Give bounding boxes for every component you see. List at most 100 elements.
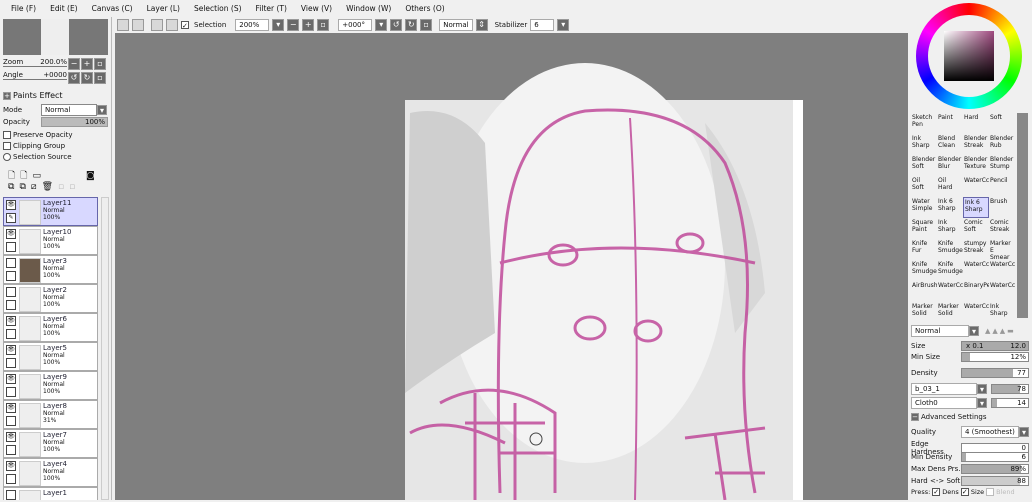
- menu-item[interactable]: Filter (T): [249, 4, 294, 13]
- new-folder-icon[interactable]: ▭: [33, 171, 42, 181]
- menu-item[interactable]: Layer (L): [140, 4, 187, 13]
- visibility-toggle[interactable]: 👁: [6, 460, 16, 471]
- quality-select[interactable]: 4 (Smoothest): [961, 426, 1019, 438]
- brush-tool[interactable]: BinaryPe: [963, 281, 989, 302]
- brush-tool[interactable]: Marker E Smear: [989, 239, 1015, 260]
- layer-row[interactable]: Layer2 Normal 100%: [3, 284, 98, 313]
- brush-blend-select[interactable]: Normal: [911, 325, 969, 337]
- brush-tool[interactable]: Marker Solid: [911, 302, 937, 323]
- menu-item[interactable]: Selection (S): [187, 4, 249, 13]
- navigator-preview[interactable]: [3, 19, 108, 55]
- brush-tool[interactable]: Blend Clean: [937, 134, 963, 155]
- menu-item[interactable]: Others (O): [398, 4, 451, 13]
- visibility-toggle[interactable]: [6, 286, 16, 297]
- press-blend-checkbox[interactable]: [986, 488, 995, 496]
- transfer-down-icon[interactable]: ⧉: [8, 182, 14, 192]
- nav-rotate-reset-button[interactable]: ▫: [94, 72, 106, 84]
- color-wheel[interactable]: [916, 3, 1022, 109]
- visibility-toggle[interactable]: 👁: [6, 228, 16, 239]
- brush-shape-icons[interactable]: ▲▲▲▬: [985, 327, 1016, 335]
- brush-scrollbar[interactable]: [1017, 113, 1028, 318]
- blend-mode-field[interactable]: Normal: [439, 19, 473, 31]
- brush-tool[interactable]: Sketch Pen: [911, 113, 937, 134]
- quality-dropdown[interactable]: ▾: [1019, 427, 1029, 437]
- collapse-icon[interactable]: −: [911, 413, 919, 421]
- brush-tool[interactable]: Blender Streak: [963, 134, 989, 155]
- brush-tool[interactable]: WaterCc: [963, 260, 989, 281]
- zoom-dropdown[interactable]: ▾: [272, 19, 285, 31]
- brush-tool[interactable]: Marker Solid: [937, 302, 963, 323]
- nav-zoom-out-button[interactable]: −: [68, 58, 80, 70]
- undo-button[interactable]: [117, 19, 129, 31]
- brush-tool[interactable]: Comic Soft: [963, 218, 989, 239]
- lock-toggle[interactable]: [6, 358, 16, 369]
- lock-toggle[interactable]: [6, 387, 16, 398]
- nav-rotate-right-button[interactable]: ↻: [81, 72, 93, 84]
- lock-toggle[interactable]: [6, 242, 16, 253]
- nav-zoom-reset-button[interactable]: ▫: [94, 58, 106, 70]
- angle-dropdown[interactable]: ▾: [375, 19, 388, 31]
- menu-item[interactable]: View (V): [294, 4, 339, 13]
- rotate-right-button[interactable]: ↻: [405, 19, 418, 31]
- lock-toggle[interactable]: [6, 271, 16, 282]
- deselect-button[interactable]: [151, 19, 163, 31]
- stabilizer-dropdown[interactable]: ▾: [557, 19, 570, 31]
- brush-tool[interactable]: Blender Blur: [937, 155, 963, 176]
- opacity-slider[interactable]: 100%: [41, 117, 108, 127]
- rotate-reset-button[interactable]: ▫: [420, 19, 433, 31]
- color-square[interactable]: [944, 31, 994, 81]
- zoom-slider[interactable]: 200.0%: [40, 58, 67, 66]
- zoom-field[interactable]: 200%: [235, 19, 270, 31]
- angle-field[interactable]: +000°: [338, 19, 373, 31]
- brush-blend-dropdown[interactable]: ▾: [969, 326, 979, 336]
- visibility-toggle[interactable]: [6, 489, 16, 500]
- brush-shape-dropdown[interactable]: ▾: [977, 384, 987, 394]
- brush-tool[interactable]: Knife Fur: [911, 239, 937, 260]
- brush-tool[interactable]: Ink 6 Sharp: [937, 197, 963, 218]
- redo-button[interactable]: [132, 19, 144, 31]
- lock-toggle[interactable]: [6, 329, 16, 340]
- brush-tool[interactable]: Brush: [989, 197, 1015, 218]
- brush-tool[interactable]: WaterCc: [963, 176, 989, 197]
- press-dens-checkbox[interactable]: ✓: [932, 488, 941, 496]
- texture-select[interactable]: Cloth0: [911, 397, 977, 409]
- brush-tool[interactable]: stumpy Streak: [963, 239, 989, 260]
- hard-soft-slider[interactable]: 88: [961, 476, 1029, 486]
- visibility-toggle[interactable]: 👁: [6, 199, 16, 210]
- lock-toggle[interactable]: [6, 300, 16, 311]
- visibility-toggle[interactable]: 👁: [6, 431, 16, 442]
- layer-row[interactable]: Layer3 Normal 100%: [3, 255, 98, 284]
- size-multiplier[interactable]: x 0.1: [966, 342, 984, 350]
- brush-shape-select[interactable]: b_03_1: [911, 383, 977, 395]
- brush-tool[interactable]: Pencil: [989, 176, 1015, 197]
- brush-tool[interactable]: Ink Sharp: [911, 134, 937, 155]
- lock-toggle[interactable]: [6, 416, 16, 427]
- visibility-toggle[interactable]: 👁: [6, 344, 16, 355]
- layer-row[interactable]: 👁 Layer5 Normal 100%: [3, 342, 98, 371]
- preserve-opacity-checkbox[interactable]: [3, 131, 11, 139]
- brush-tool[interactable]: WaterCc: [989, 260, 1015, 281]
- invert-selection-button[interactable]: [166, 19, 178, 31]
- canvas-area[interactable]: [115, 33, 908, 501]
- clipping-group-checkbox[interactable]: [3, 142, 11, 150]
- brush-tool[interactable]: Water Simple: [911, 197, 937, 218]
- brush-tool[interactable]: Comic Streak: [989, 218, 1015, 239]
- brush-tool[interactable]: Knife Smudge: [937, 260, 963, 281]
- delete-layer-icon[interactable]: 🗑: [42, 182, 53, 192]
- nav-rotate-left-button[interactable]: ↺: [68, 72, 80, 84]
- min-density-slider[interactable]: 6: [961, 452, 1029, 462]
- zoom-reset-button[interactable]: ▫: [317, 19, 330, 31]
- brush-tool[interactable]: Knife Smudge: [937, 239, 963, 260]
- density-slider[interactable]: 77: [961, 368, 1029, 378]
- nav-zoom-in-button[interactable]: +: [81, 58, 93, 70]
- clear-layer-icon[interactable]: ⧄: [31, 182, 37, 192]
- angle-slider[interactable]: +0000: [43, 71, 67, 79]
- visibility-toggle[interactable]: [6, 257, 16, 268]
- rotate-left-button[interactable]: ↺: [390, 19, 403, 31]
- lock-toggle[interactable]: ✎: [6, 213, 16, 224]
- size-slider[interactable]: x 0.1 12.0: [961, 341, 1029, 351]
- stabilizer-field[interactable]: 6: [530, 19, 555, 31]
- layer-mask-icon[interactable]: ◙: [86, 171, 95, 181]
- expand-icon[interactable]: +: [3, 91, 11, 100]
- layer-row[interactable]: 👁 Layer7 Normal 100%: [3, 429, 98, 458]
